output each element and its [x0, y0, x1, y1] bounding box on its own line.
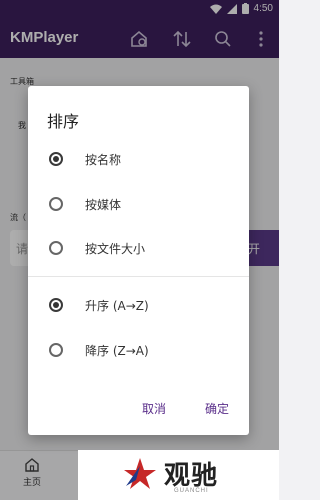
radio-checked-icon[interactable]	[49, 152, 63, 166]
watermark-subtext: GUANCHI	[174, 488, 209, 494]
sort-dialog: 排序 按名称 按媒体 按文件大小 升序 (A→Z) 降序 (Z→A) 取消 确定	[28, 86, 249, 435]
watermark-text: 观驰	[164, 461, 219, 491]
dialog-divider	[28, 276, 249, 277]
option-label: 按媒体	[85, 197, 122, 212]
watermark: 观驰 GUANCHI	[78, 450, 279, 500]
radio-unchecked-icon[interactable]	[49, 241, 63, 255]
dialog-title: 排序	[47, 112, 80, 131]
sort-option-media[interactable]: 按媒体	[28, 184, 249, 224]
radio-unchecked-icon[interactable]	[49, 343, 63, 357]
radio-checked-icon[interactable]	[49, 298, 63, 312]
cancel-button[interactable]: 取消	[142, 400, 166, 417]
radio-unchecked-icon[interactable]	[49, 197, 63, 211]
star-logo-icon	[124, 458, 156, 489]
option-label: 按名称	[85, 152, 122, 167]
option-label: 降序 (Z→A)	[85, 343, 149, 358]
confirm-button[interactable]: 确定	[205, 400, 229, 417]
option-label: 按文件大小	[85, 241, 146, 256]
sort-option-size[interactable]: 按文件大小	[28, 228, 249, 268]
option-label: 升序 (A→Z)	[85, 298, 149, 313]
order-option-desc[interactable]: 降序 (Z→A)	[28, 330, 249, 370]
order-option-asc[interactable]: 升序 (A→Z)	[28, 285, 249, 325]
sort-option-name[interactable]: 按名称	[28, 139, 249, 179]
